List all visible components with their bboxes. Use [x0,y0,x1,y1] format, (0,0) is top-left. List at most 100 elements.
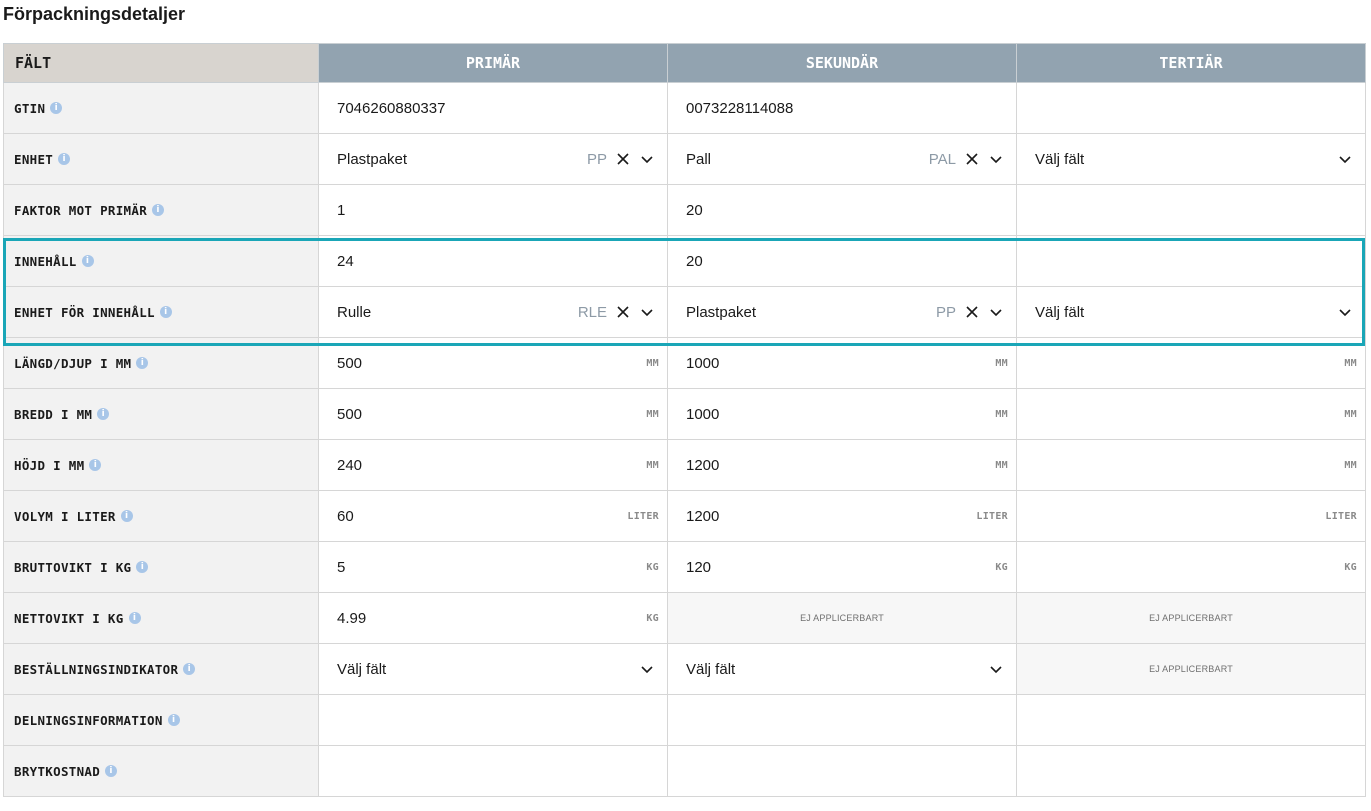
row-label-text: GTIN [14,100,46,116]
innehall-tertiary-input[interactable] [1016,235,1366,287]
bredd-primary-input[interactable]: 500 MM [318,388,668,440]
info-icon[interactable]: i [136,560,149,573]
langd-primary-input[interactable]: 500 MM [318,337,668,389]
chevron-down-icon[interactable] [988,661,1004,677]
hojd-primary-input[interactable]: 240 MM [318,439,668,491]
close-icon[interactable] [964,151,980,167]
row-label-text: ENHET [14,151,54,167]
volym-secondary-input[interactable]: 1200 LITER [667,490,1017,542]
select-placeholder: Välj fält [686,660,736,678]
table-row-delning: DELNINGSINFORMATION i [3,694,1366,746]
brutto-primary-input[interactable]: 5 KG [318,541,668,593]
close-icon[interactable] [615,304,631,320]
info-icon[interactable]: i [159,305,172,318]
info-icon[interactable]: i [183,662,196,675]
delning-tertiary-input[interactable] [1016,694,1366,746]
column-header-tertiary: TERTIÄR [1016,43,1366,83]
brytkostnad-secondary-input[interactable] [667,745,1017,797]
faktor-secondary-input[interactable]: 20 [667,184,1017,236]
info-icon[interactable]: i [136,356,149,369]
enhet-tertiary-select[interactable]: Välj fält [1016,133,1366,185]
brytkostnad-primary-input[interactable] [318,745,668,797]
hojd-secondary-value: 1200 [686,456,720,474]
close-icon[interactable] [964,304,980,320]
table-row-brutto: BRUTTOVIKT I KG i 5 KG 120 KG KG [3,541,1366,593]
brutto-tertiary-input[interactable]: KG [1016,541,1366,593]
info-icon[interactable]: i [152,203,165,216]
table-row-hojd: HÖJD I MM i 240 MM 1200 MM MM [3,439,1366,491]
row-label-text: NETTOVIKT I KG [14,610,124,626]
faktor-primary-input[interactable]: 1 [318,184,668,236]
unit-label: MM [995,357,1008,369]
row-label-langd: LÄNGD/DJUP I MM i [3,337,319,389]
enhet-primary-select[interactable]: Plastpaket PP [318,133,668,185]
row-label-text: HÖJD I MM [14,457,85,473]
info-icon[interactable]: i [97,407,110,420]
row-label-bestallning: BESTÄLLNINGSINDIKATOR i [3,643,319,695]
info-icon[interactable]: i [167,713,180,726]
unit-label: MM [646,408,659,420]
bredd-secondary-input[interactable]: 1000 MM [667,388,1017,440]
unit-label: KG [995,561,1008,573]
enhet-innehall-tertiary-select[interactable]: Välj fält [1016,286,1366,338]
unit-label: KG [1344,561,1357,573]
select-code: PP [586,150,607,168]
brutto-secondary-value: 120 [686,558,712,576]
chevron-down-icon[interactable] [639,151,655,167]
enhet-innehall-primary-select[interactable]: Rulle RLE [318,286,668,338]
row-label-text: ENHET FÖR INNEHÅLL [14,304,155,320]
info-icon[interactable]: i [81,254,94,267]
gtin-tertiary-input[interactable] [1016,82,1366,134]
chevron-down-icon[interactable] [988,304,1004,320]
info-icon[interactable]: i [89,458,102,471]
volym-tertiary-input[interactable]: LITER [1016,490,1366,542]
enhet-innehall-secondary-select[interactable]: Plastpaket PP [667,286,1017,338]
table-row-brytkostnad: BRYTKOSTNAD i [3,745,1366,797]
unit-label: LITER [976,510,1008,522]
enhet-secondary-select[interactable]: Pall PAL [667,133,1017,185]
unit-label: MM [1344,459,1357,471]
innehall-primary-input[interactable]: 24 [318,235,668,287]
row-label-delning: DELNINGSINFORMATION i [3,694,319,746]
delning-secondary-input[interactable] [667,694,1017,746]
langd-secondary-input[interactable]: 1000 MM [667,337,1017,389]
hojd-tertiary-input[interactable]: MM [1016,439,1366,491]
bredd-tertiary-input[interactable]: MM [1016,388,1366,440]
not-applicable-cell: EJ APPLICERBART [667,592,1017,644]
not-applicable-cell: EJ APPLICERBART [1016,643,1366,695]
info-icon[interactable]: i [58,152,71,165]
faktor-tertiary-input[interactable] [1016,184,1366,236]
page-title: Förpackningsdetaljer [3,4,186,24]
column-header-secondary: SEKUNDÄR [667,43,1017,83]
chevron-down-icon[interactable] [988,151,1004,167]
bestallning-primary-select[interactable]: Välj fält [318,643,668,695]
chevron-down-icon[interactable] [1337,304,1353,320]
packaging-details-table: FÄLT PRIMÄR SEKUNDÄR TERTIÄR GTIN i 70462… [3,43,1366,797]
gtin-primary-input[interactable]: 7046260880337 [318,82,668,134]
info-icon[interactable]: i [50,101,63,114]
row-label-text: INNEHÅLL [14,253,77,269]
gtin-primary-value: 7046260880337 [337,99,446,117]
chevron-down-icon[interactable] [639,304,655,320]
info-icon[interactable]: i [120,509,133,522]
netto-primary-input[interactable]: 4.99 KG [318,592,668,644]
chevron-down-icon[interactable] [1337,151,1353,167]
bestallning-secondary-select[interactable]: Välj fält [667,643,1017,695]
row-label-text: BRUTTOVIKT I KG [14,559,132,575]
select-value: Plastpaket [686,303,757,321]
table-row-innehall: INNEHÅLL i 24 20 [3,235,1366,287]
brutto-secondary-input[interactable]: 120 KG [667,541,1017,593]
close-icon[interactable] [615,151,631,167]
gtin-secondary-value: 0073228114088 [686,99,794,117]
gtin-secondary-input[interactable]: 0073228114088 [667,82,1017,134]
chevron-down-icon[interactable] [639,661,655,677]
info-icon[interactable]: i [105,764,118,777]
volym-primary-input[interactable]: 60 LITER [318,490,668,542]
brytkostnad-tertiary-input[interactable] [1016,745,1366,797]
delning-primary-input[interactable] [318,694,668,746]
info-icon[interactable]: i [128,611,141,624]
hojd-primary-value: 240 [337,456,363,474]
hojd-secondary-input[interactable]: 1200 MM [667,439,1017,491]
langd-tertiary-input[interactable]: MM [1016,337,1366,389]
innehall-secondary-input[interactable]: 20 [667,235,1017,287]
